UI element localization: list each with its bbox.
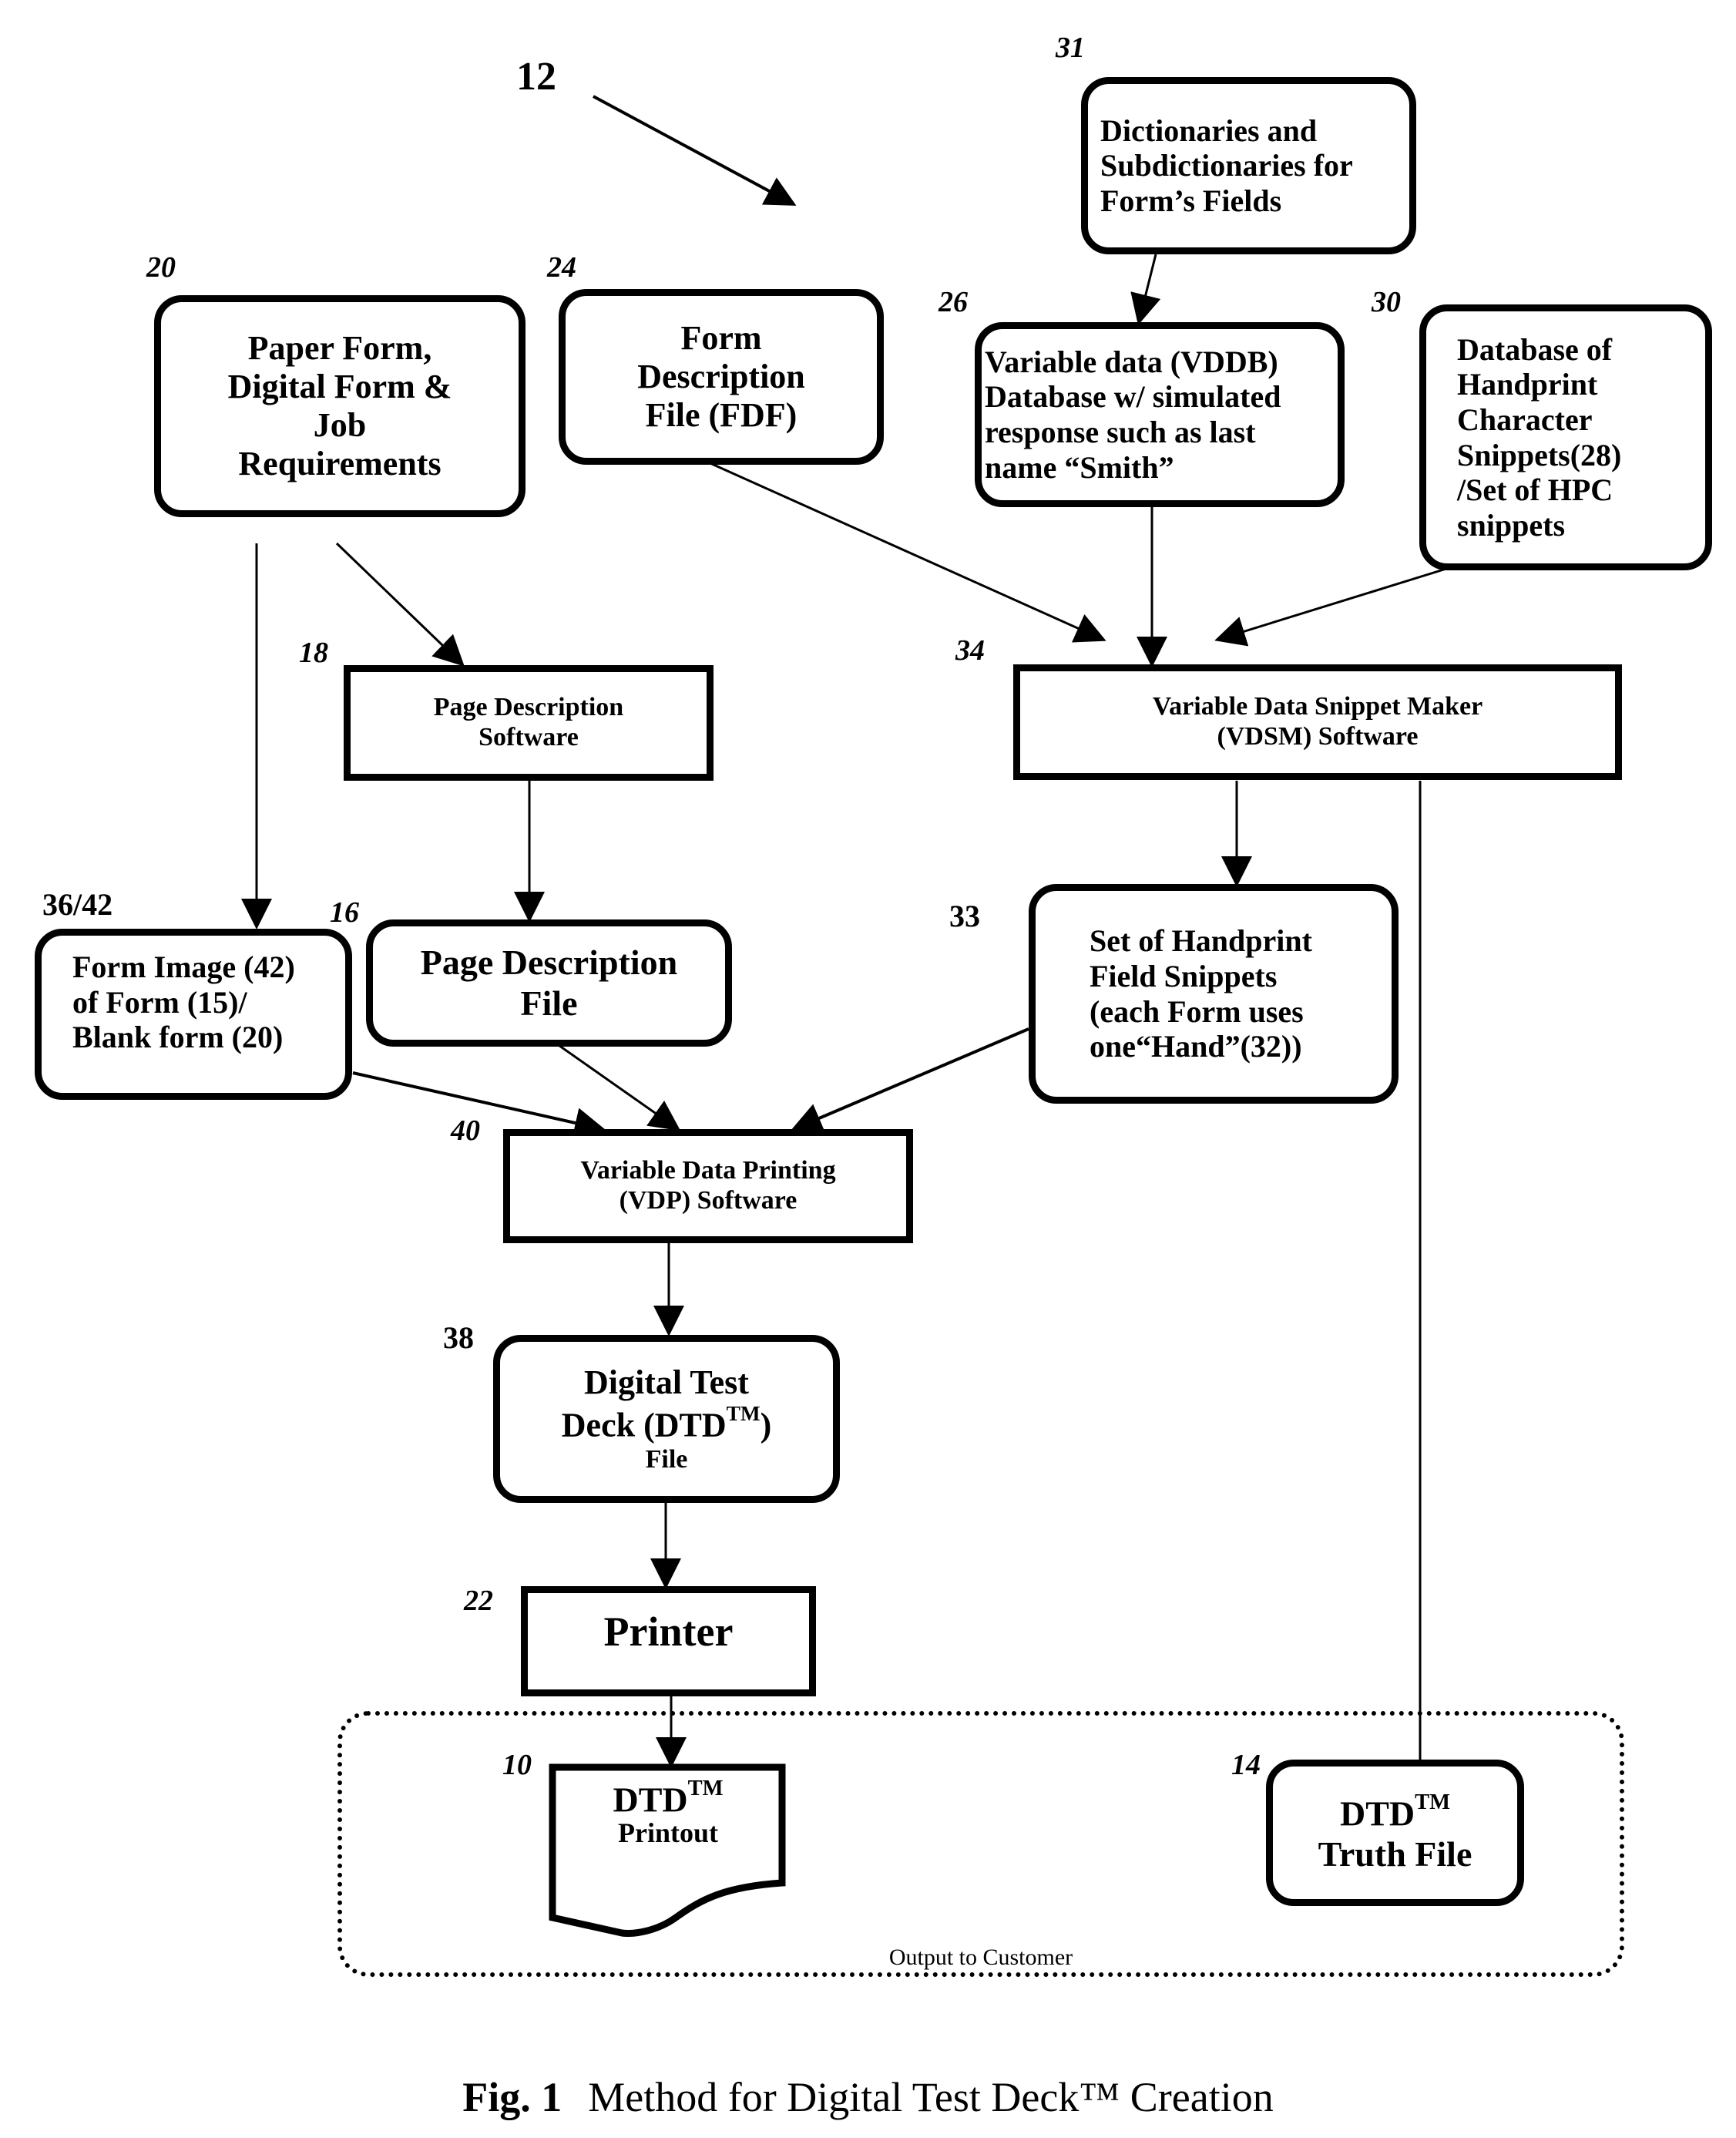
node-dtd-file-line2: Deck (DTDTM) [562, 1402, 771, 1445]
node-dtd-file-line1: Digital Test [584, 1363, 749, 1401]
ref-printer: 22 [464, 1585, 493, 1617]
node-dtd-printout[interactable]: DTDTM Printout [549, 1763, 787, 1937]
node-form-image[interactable]: Form Image (42) of Form (15)/ Blank form… [35, 929, 352, 1100]
ref-dtd-file: 38 [443, 1320, 474, 1355]
output-to-customer-label: Output to Customer [888, 1945, 1073, 1970]
edge-paperform-to-pagedescsoftware [335, 542, 465, 667]
dtd-printout-text: DTD [613, 1780, 688, 1820]
node-paper-form-label: Paper Form, Digital Form & Job Requireme… [227, 328, 452, 483]
ref-page-desc-file: 16 [330, 896, 359, 929]
node-handprint-character-database[interactable]: Database of Handprint Character Snippets… [1419, 304, 1712, 570]
node-vdsm-label: Variable Data Snippet Maker (VDSM) Softw… [1152, 692, 1483, 751]
ref-truth-file: 14 [1231, 1749, 1261, 1781]
node-printer[interactable]: Printer [521, 1586, 816, 1696]
truth-file-text: DTD [1339, 1793, 1415, 1834]
node-handprint-set-label: Set of Handprint Field Snippets (each Fo… [1090, 923, 1312, 1064]
trademark-mark: TM [687, 1777, 724, 1800]
ref-dtd-printout: 10 [502, 1749, 532, 1781]
ref-vdp: 40 [451, 1114, 480, 1147]
node-digital-test-deck-file[interactable]: Digital Test Deck (DTDTM) File [493, 1335, 840, 1503]
edge-dictionaries-to-vddb [1130, 254, 1161, 325]
node-form-description-file[interactable]: Form Description File (FDF) [559, 289, 884, 465]
figure-title: Method for Digital Test Deck™ Creation [588, 2074, 1274, 2120]
node-page-desc-file-label: Page Description File [420, 943, 678, 1023]
ref-vdsm: 34 [955, 634, 985, 667]
figure-caption: Fig. 1 Method for Digital Test Deck™ Crea… [0, 2073, 1736, 2121]
figure-reference-number: 12 [516, 55, 556, 99]
dtd-file-line2-close: ) [760, 1406, 772, 1444]
node-truth-file-line2: Truth File [1318, 1834, 1472, 1874]
node-hpc-database-label: Database of Handprint Character Snippets… [1457, 331, 1622, 543]
node-dtd-printout-line1: DTDTM [549, 1777, 787, 1819]
ref-fdf: 24 [547, 251, 576, 284]
figure-number: Fig. 1 [462, 2074, 562, 2120]
figure-pointer-arrow [593, 95, 797, 206]
node-page-description-file[interactable]: Page Description File [366, 919, 732, 1047]
trademark-mark: TM [726, 1401, 761, 1425]
node-dtd-truth-file[interactable]: DTDTM Truth File [1266, 1760, 1524, 1906]
edge-pagedescfile-to-vdp [548, 1037, 681, 1131]
node-dtd-file-line3: File [645, 1444, 688, 1474]
node-dtd-printout-line2: Printout [618, 1817, 718, 1848]
trademark-mark: TM [1415, 1790, 1451, 1814]
ref-hpc-database: 30 [1372, 286, 1401, 318]
dtd-file-line2-text: Deck (DTD [561, 1406, 727, 1444]
node-dictionaries[interactable]: Dictionaries and Subdictionaries for For… [1081, 77, 1416, 254]
edge-hpcdb-to-vdsm [1214, 566, 1449, 647]
node-vdsm-software[interactable]: Variable Data Snippet Maker (VDSM) Softw… [1013, 664, 1622, 780]
node-vddb-label: Variable data (VDDB) Database w/ simulat… [985, 344, 1281, 485]
node-printer-label: Printer [603, 1609, 734, 1655]
node-dictionaries-label: Dictionaries and Subdictionaries for For… [1100, 113, 1353, 218]
node-handprint-field-snippets[interactable]: Set of Handprint Field Snippets (each Fo… [1029, 884, 1399, 1104]
node-vdp-label: Variable Data Printing (VDP) Software [580, 1156, 836, 1215]
node-variable-data-database[interactable]: Variable data (VDDB) Database w/ simulat… [975, 322, 1345, 507]
node-truth-file-line1: DTDTM [1340, 1790, 1450, 1834]
edge-handprintset-to-vdp [791, 1027, 1029, 1133]
node-form-image-label: Form Image (42) of Form (15)/ Blank form… [72, 950, 295, 1055]
ref-paper-form: 20 [146, 251, 176, 284]
ref-vddb: 26 [939, 286, 968, 318]
ref-dictionaries: 31 [1056, 32, 1085, 64]
node-page-desc-software-label: Page Description Software [433, 693, 624, 751]
ref-page-desc-software: 18 [299, 637, 328, 669]
node-fdf-label: Form Description File (FDF) [637, 318, 805, 435]
node-page-description-software[interactable]: Page Description Software [344, 665, 714, 781]
ref-form-image: 36/42 [42, 887, 113, 922]
ref-handprint-set: 33 [949, 899, 980, 933]
node-paper-form[interactable]: Paper Form, Digital Form & Job Requireme… [154, 295, 526, 517]
node-vdp-software[interactable]: Variable Data Printing (VDP) Software [503, 1129, 913, 1243]
